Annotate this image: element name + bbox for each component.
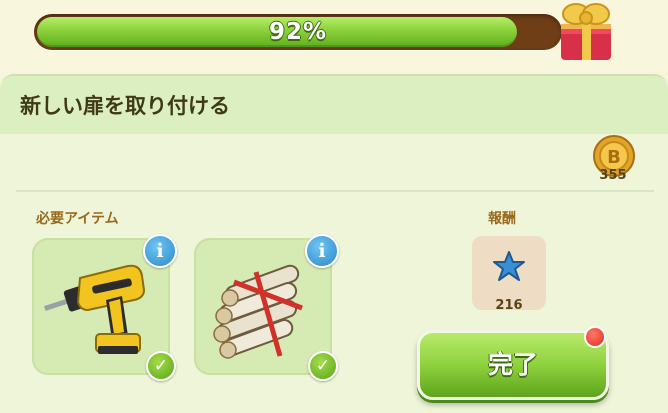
required-item-drill[interactable]: i ✓ [32,234,177,381]
task-title: 新しい扉を取り付ける [20,94,230,118]
reward-label: 報酬 [488,211,516,227]
reward-value: 216 [495,298,523,313]
task-title-bar: 新しい扉を取り付ける [0,76,668,134]
star-icon [493,251,525,281]
item-check-badge: ✓ [146,351,176,381]
task-panel: 新しい扉を取り付ける B 355 必要アイテム 報酬 i ✓ i ✓ 216 完… [0,74,668,413]
item-info-button[interactable]: i [305,234,339,268]
coin-reward-count: 355 [599,168,627,183]
required-items-label: 必要アイテム [36,211,119,227]
notification-dot [584,326,606,348]
complete-button[interactable]: 完了 [417,330,609,400]
divider [16,190,654,192]
gift-box-icon[interactable] [555,0,617,62]
item-check-badge: ✓ [308,351,338,381]
item-info-button[interactable]: i [143,234,177,268]
progress-percent: 92% [268,19,328,45]
svg-text:B: B [607,147,621,168]
required-item-firewood[interactable]: i ✓ [194,234,339,381]
progress-area: 92% [0,0,668,70]
